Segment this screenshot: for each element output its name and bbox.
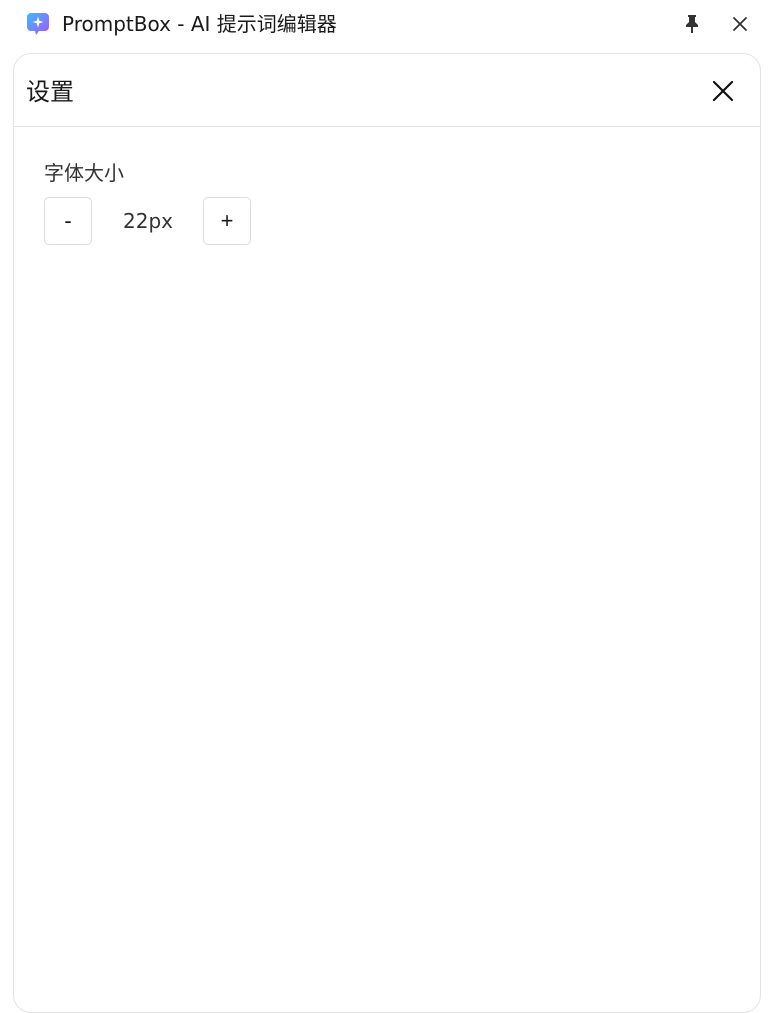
pin-icon [686, 15, 698, 33]
settings-header: 设置 [14, 54, 760, 127]
title-bar: PromptBox - AI 提示词编辑器 [0, 0, 773, 50]
font-size-label: 字体大小 [44, 161, 124, 185]
settings-title: 设置 [26, 78, 74, 106]
app-logo-icon [26, 12, 50, 36]
decrease-font-size-button[interactable]: - [44, 197, 92, 245]
close-settings-button[interactable] [706, 74, 740, 108]
close-window-button[interactable] [726, 10, 754, 38]
close-icon [733, 17, 747, 31]
font-size-value: 22px [123, 209, 173, 233]
close-icon [712, 80, 734, 102]
pin-button[interactable] [678, 10, 706, 38]
increase-font-size-button[interactable]: + [203, 197, 251, 245]
settings-panel: 设置 字体大小 - 22px + [13, 53, 761, 1013]
window-title: PromptBox - AI 提示词编辑器 [62, 12, 337, 36]
